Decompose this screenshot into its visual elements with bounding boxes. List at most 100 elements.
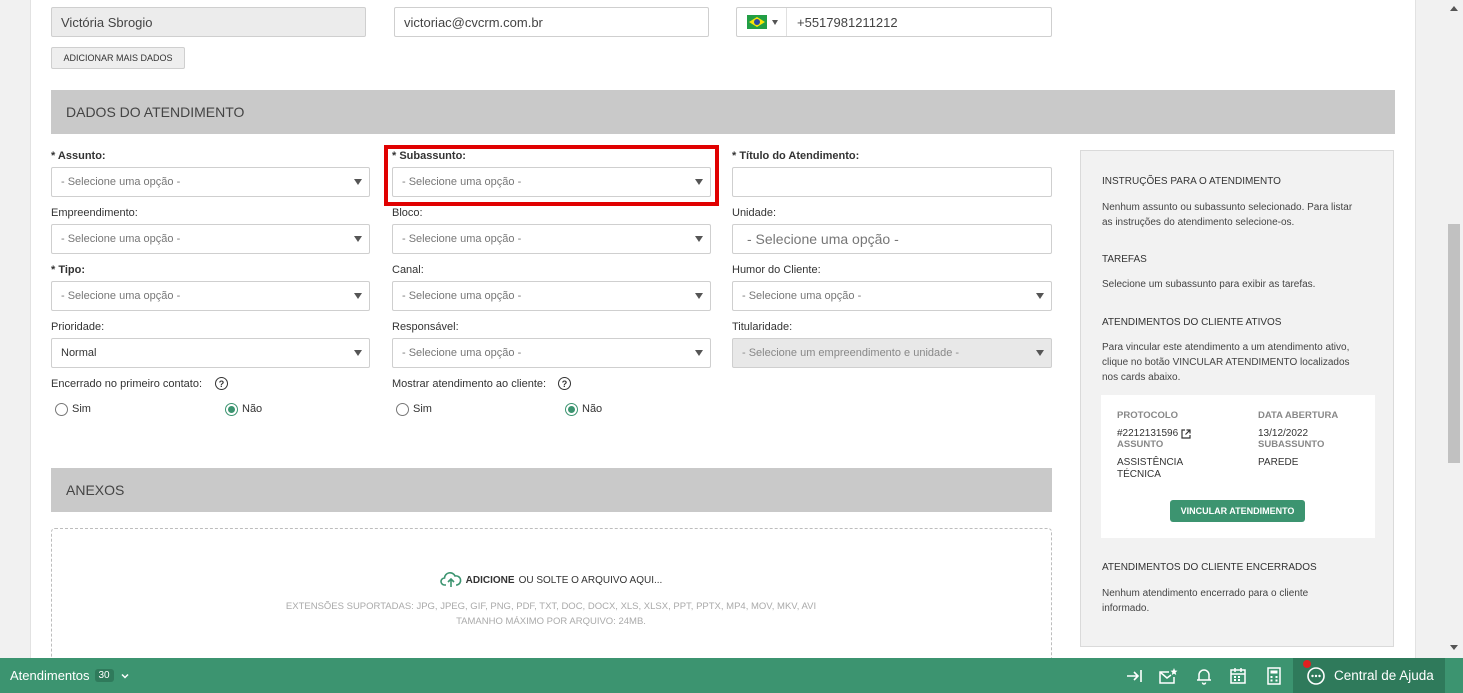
active-text: Para vincular este atendimento a um aten… xyxy=(1102,342,1350,383)
empreendimento-value: - Selecione uma opção - xyxy=(61,233,181,245)
section-dados-atendimento: DADOS DO ATENDIMENTO xyxy=(51,90,1395,134)
unidade-value: - Selecione uma opção - xyxy=(747,231,899,247)
phone-field[interactable]: +5517981211212 xyxy=(736,7,1052,37)
empreendimento-label: Empreendimento: xyxy=(51,207,138,219)
cloud-upload-icon xyxy=(439,572,462,587)
bloco-label: Bloco: xyxy=(392,207,423,219)
upload-prompt: ADICIONE OU SOLTE O ARQUIVO AQUI... xyxy=(52,571,1050,589)
phone-number: +5517981211212 xyxy=(797,14,898,30)
upload-drop-text: OU SOLTE O ARQUIVO AQUI... xyxy=(518,574,663,586)
caret-down-icon xyxy=(354,350,362,356)
subassunto-card-value: PAREDE xyxy=(1258,457,1299,468)
instructions-panel: INSTRUÇÕES PARA O ATENDIMENTO Nenhum ass… xyxy=(1080,150,1394,647)
subassunto-highlight xyxy=(384,145,719,206)
caret-down-icon xyxy=(354,236,362,242)
closed-title: ATENDIMENTOS DO CLIENTE ENCERRADOS xyxy=(1102,562,1317,573)
email-field[interactable]: victoriac@cvcrm.com.br xyxy=(394,7,709,37)
mail-star-icon[interactable] xyxy=(1158,666,1178,686)
active-title: ATENDIMENTOS DO CLIENTE ATIVOS xyxy=(1102,317,1282,328)
active-atendimento-card: PROTOCOLO DATA ABERTURA #2212131596 13/1… xyxy=(1101,395,1375,538)
mostrar-label: Mostrar atendimento ao cliente: xyxy=(392,378,547,390)
scrollbar-thumb[interactable] xyxy=(1448,224,1460,463)
mostrar-sim-label: Sim xyxy=(413,403,432,415)
section-anexos: ANEXOS xyxy=(51,468,1052,512)
responsavel-value: - Selecione uma opção - xyxy=(402,347,522,359)
atendimentos-label: Atendimentos xyxy=(10,668,90,683)
instructions-text: Nenhum assunto ou subassunto selecionado… xyxy=(1102,202,1353,228)
encerrado-nao-radio[interactable] xyxy=(225,403,238,416)
responsavel-select[interactable]: - Selecione uma opção - xyxy=(392,338,711,368)
caret-down-icon xyxy=(354,293,362,299)
tipo-value: - Selecione uma opção - xyxy=(61,290,181,302)
chevron-down-icon xyxy=(772,19,778,25)
encerrado-label: Encerrado no primeiro contato: xyxy=(51,378,203,390)
closed-text: Nenhum atendimento encerrado para o clie… xyxy=(1102,588,1309,614)
tipo-label: * Tipo: xyxy=(51,264,86,276)
tipo-select[interactable]: - Selecione uma opção - xyxy=(51,281,370,311)
bloco-value: - Selecione uma opção - xyxy=(402,233,522,245)
chat-icon xyxy=(1307,666,1325,685)
tasks-text: Selecione um subassunto para exibir as t… xyxy=(1102,279,1316,290)
bottom-bar: Atendimentos 30 Central de Ajuda xyxy=(0,658,1463,693)
encerrado-sim-label: Sim xyxy=(72,403,91,415)
caret-down-icon xyxy=(695,293,703,299)
supported-extensions: EXTENSÕES SUPORTADAS: JPG, JPEG, GIF, PN… xyxy=(285,601,817,612)
link-atendimento-button[interactable]: VINCULAR ATENDIMENTO xyxy=(1170,500,1305,522)
titularidade-value: - Selecione um empreendimento e unidade … xyxy=(742,347,960,359)
canal-value: - Selecione uma opção - xyxy=(402,290,522,302)
assunto-value: - Selecione uma opção - xyxy=(61,176,181,188)
add-more-data-button[interactable]: ADICIONAR MAIS DADOS xyxy=(51,47,185,69)
prioridade-label: Prioridade: xyxy=(51,321,105,333)
titulo-label: * Título do Atendimento: xyxy=(732,150,860,162)
humor-label: Humor do Cliente: xyxy=(732,264,821,276)
help-center-button[interactable]: Central de Ajuda xyxy=(1293,658,1445,693)
instructions-title: INSTRUÇÕES PARA O ATENDIMENTO xyxy=(1102,176,1281,187)
protocol-value: #2212131596 xyxy=(1117,428,1179,439)
name-field[interactable]: Victória Sbrogio xyxy=(51,7,366,37)
humor-select[interactable]: - Selecione uma opção - xyxy=(732,281,1052,311)
mostrar-sim-radio[interactable] xyxy=(396,403,409,416)
scroll-down-icon[interactable] xyxy=(1450,645,1458,650)
prioridade-value: Normal xyxy=(61,347,97,359)
assunto-card-label: ASSUNTO xyxy=(1117,439,1164,450)
scroll-up-icon[interactable] xyxy=(1450,6,1458,11)
calendar-icon[interactable] xyxy=(1228,666,1248,686)
file-drop-zone[interactable]: ADICIONE OU SOLTE O ARQUIVO AQUI... EXTE… xyxy=(51,528,1052,678)
collapse-right-icon[interactable] xyxy=(1124,666,1144,686)
prioridade-select[interactable]: Normal xyxy=(51,338,370,368)
assunto-card-value: ASSISTÊNCIA TÉCNICA xyxy=(1117,457,1183,480)
titularidade-select: - Selecione um empreendimento e unidade … xyxy=(732,338,1052,368)
titulo-input[interactable] xyxy=(732,167,1052,197)
encerrado-sim-radio[interactable] xyxy=(55,403,68,416)
caret-down-icon xyxy=(695,350,703,356)
mostrar-nao-radio[interactable] xyxy=(565,403,578,416)
vertical-scrollbar[interactable] xyxy=(1445,0,1463,658)
date-label: DATA ABERTURA xyxy=(1258,410,1339,421)
chevron-down-icon xyxy=(121,673,129,679)
unidade-select[interactable]: - Selecione uma opção - xyxy=(732,224,1052,254)
notification-dot xyxy=(1303,660,1311,668)
bell-icon[interactable] xyxy=(1194,666,1214,686)
tasks-title: TAREFAS xyxy=(1102,254,1147,265)
atendimentos-toggle[interactable]: Atendimentos 30 xyxy=(10,668,130,683)
empreendimento-select[interactable]: - Selecione uma opção - xyxy=(51,224,370,254)
assunto-select[interactable]: - Selecione uma opção - xyxy=(51,167,370,197)
canal-label: Canal: xyxy=(392,264,424,276)
date-value: 13/12/2022 xyxy=(1258,428,1309,439)
canal-select[interactable]: - Selecione uma opção - xyxy=(392,281,711,311)
caret-down-icon xyxy=(1036,350,1044,356)
help-icon[interactable]: ? xyxy=(558,377,571,390)
protocol-link[interactable]: #2212131596 xyxy=(1117,428,1191,439)
calculator-icon[interactable] xyxy=(1264,666,1284,686)
caret-down-icon xyxy=(1036,293,1044,299)
max-file-size: TAMANHO MÁXIMO POR ARQUIVO: 24MB. xyxy=(456,616,646,627)
caret-down-icon xyxy=(695,236,703,242)
brazil-flag-icon xyxy=(747,15,767,29)
atendimentos-count-badge: 30 xyxy=(94,669,114,682)
country-selector[interactable] xyxy=(737,8,787,36)
unidade-label: Unidade: xyxy=(732,207,777,219)
upload-add-link[interactable]: ADICIONE xyxy=(466,575,515,586)
help-icon[interactable]: ? xyxy=(215,377,228,390)
bloco-select[interactable]: - Selecione uma opção - xyxy=(392,224,711,254)
help-center-label: Central de Ajuda xyxy=(1334,668,1434,683)
